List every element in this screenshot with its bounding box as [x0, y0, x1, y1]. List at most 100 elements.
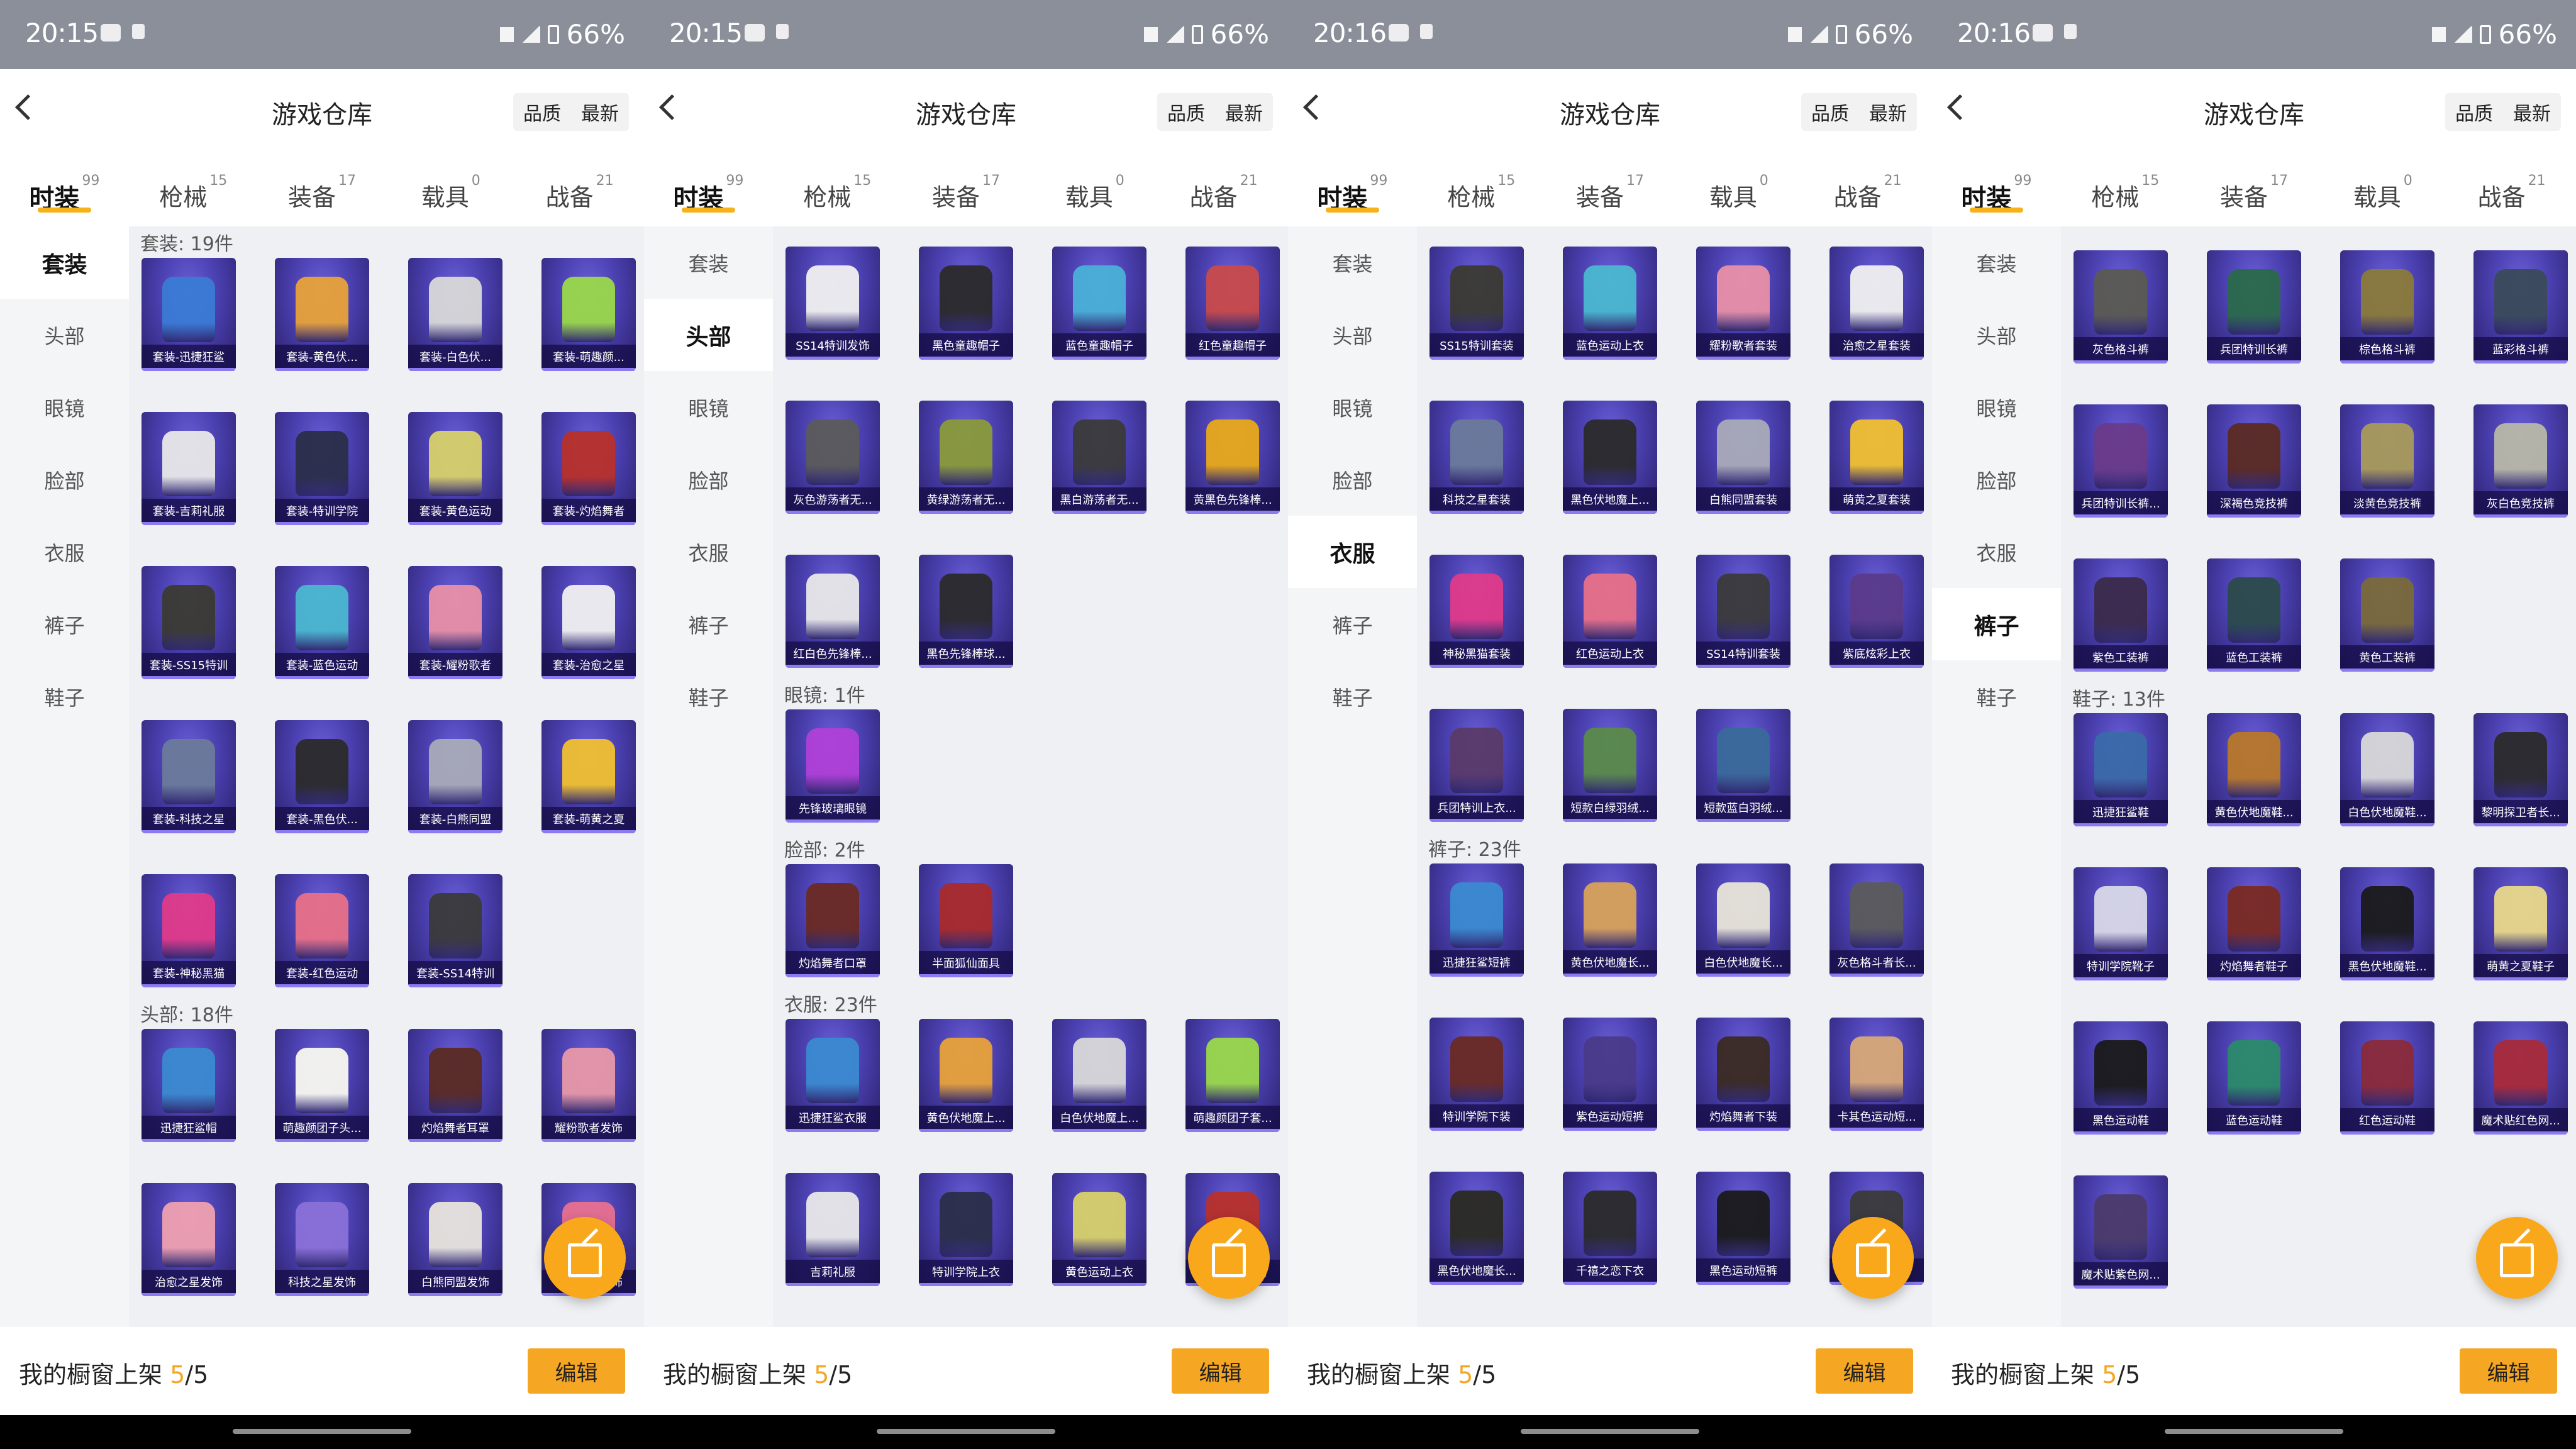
item-card[interactable]: 套装-蓝色运动 — [275, 566, 369, 679]
item-card[interactable]: 套装-白色伏... — [408, 258, 502, 371]
item-card[interactable]: 迅捷狂鲨帽 — [142, 1029, 236, 1142]
home-indicator[interactable] — [1521, 1429, 1699, 1434]
item-card[interactable]: 灼焰舞者耳罩 — [408, 1029, 502, 1142]
share-icon[interactable] — [1188, 1217, 1270, 1299]
item-card[interactable]: 黑色伏地魔长... — [1430, 1172, 1524, 1285]
item-card[interactable]: 黄绿游荡者无... — [919, 401, 1013, 514]
item-card[interactable]: 黑色先锋棒球... — [919, 555, 1013, 668]
item-card[interactable]: 黑色伏地魔鞋... — [2340, 867, 2434, 980]
item-card[interactable]: 萌黄之夏鞋子 — [2473, 867, 2568, 980]
item-card[interactable]: 套装-黄色运动 — [408, 412, 502, 525]
item-card[interactable]: 兵团特训长裤... — [2074, 404, 2168, 518]
sidebar-item-2[interactable]: 眼镜 — [0, 371, 129, 443]
home-indicator[interactable] — [2165, 1429, 2343, 1434]
item-card[interactable]: 套装-灼焰舞者 — [541, 412, 636, 525]
item-card[interactable]: 深褐色竞技裤 — [2207, 404, 2301, 518]
item-card[interactable]: 紫色运动短裤 — [1563, 1018, 1657, 1131]
tab-1[interactable]: 枪械 15 — [773, 154, 902, 226]
sidebar-item-1[interactable]: 头部 — [644, 299, 773, 371]
sidebar-item-6[interactable]: 鞋子 — [0, 660, 129, 733]
sidebar-item-5[interactable]: 裤子 — [0, 588, 129, 660]
item-card[interactable]: 萌黄之夏套装 — [1829, 401, 1924, 514]
item-card[interactable]: 套装-SS15特训 — [142, 566, 236, 679]
item-card[interactable]: 黑色运动短裤 — [1696, 1172, 1790, 1285]
item-card[interactable]: 迅捷狂鲨鞋 — [2074, 713, 2168, 826]
item-card[interactable]: 治愈之星套装 — [1829, 247, 1924, 360]
item-card[interactable]: 灼焰舞者鞋子 — [2207, 867, 2301, 980]
item-card[interactable]: 蓝色童趣帽子 — [1052, 247, 1146, 360]
item-card[interactable]: 耀粉歌者套装 — [1696, 247, 1790, 360]
tab-3[interactable]: 载具 0 — [2318, 154, 2447, 226]
item-card[interactable]: 黄色伏地魔上... — [919, 1019, 1013, 1132]
tab-0[interactable]: 时装 99 — [0, 154, 129, 226]
tab-3[interactable]: 载具 0 — [386, 154, 515, 226]
share-icon[interactable] — [544, 1217, 626, 1299]
item-card[interactable]: 灰色游荡者无... — [786, 401, 880, 514]
sidebar-item-3[interactable]: 脸部 — [1932, 443, 2061, 516]
item-card[interactable]: 灼焰舞者口罩 — [786, 864, 880, 977]
sidebar-item-2[interactable]: 眼镜 — [644, 371, 773, 443]
item-card[interactable]: 千禧之恋下衣 — [1563, 1172, 1657, 1285]
item-card[interactable]: 卡其色运动短... — [1829, 1018, 1924, 1131]
item-card[interactable]: 黑色伏地魔上... — [1563, 401, 1657, 514]
sidebar-item-5[interactable]: 裤子 — [644, 588, 773, 660]
sort-quality-button[interactable]: 品质 — [513, 93, 571, 131]
item-card[interactable]: 灰色格斗者长... — [1829, 863, 1924, 977]
tab-2[interactable]: 装备 17 — [2190, 154, 2319, 226]
sidebar-item-5[interactable]: 裤子 — [1932, 588, 2061, 660]
item-card[interactable]: 蓝色运动鞋 — [2207, 1021, 2301, 1135]
tab-2[interactable]: 装备 17 — [1546, 154, 1675, 226]
item-card[interactable]: 迅捷狂鲨短裤 — [1430, 863, 1524, 977]
sort-quality-button[interactable]: 品质 — [2445, 93, 2503, 131]
tab-0[interactable]: 时装 99 — [644, 154, 773, 226]
tab-1[interactable]: 枪械 15 — [1417, 154, 1546, 226]
sidebar-item-6[interactable]: 鞋子 — [644, 660, 773, 733]
tab-2[interactable]: 装备 17 — [258, 154, 387, 226]
sidebar-item-0[interactable]: 套装 — [1288, 226, 1417, 299]
item-card[interactable]: 灰白色竞技裤 — [2473, 404, 2568, 518]
item-card[interactable]: 黄色伏地魔长... — [1563, 863, 1657, 977]
tab-0[interactable]: 时装 99 — [1288, 154, 1417, 226]
sidebar-item-3[interactable]: 脸部 — [0, 443, 129, 516]
item-card[interactable]: 白色伏地魔上... — [1052, 1019, 1146, 1132]
item-card[interactable]: 套装-神秘黑猫 — [142, 874, 236, 987]
item-card[interactable]: 棕色格斗裤 — [2340, 250, 2434, 364]
tab-4[interactable]: 战备 21 — [515, 154, 644, 226]
sidebar-item-4[interactable]: 衣服 — [1288, 516, 1417, 588]
item-card[interactable]: 白色伏地魔鞋... — [2340, 713, 2434, 826]
item-card[interactable]: 白熊同盟发饰 — [408, 1183, 502, 1296]
item-card[interactable]: 红色运动上衣 — [1563, 555, 1657, 668]
item-card[interactable]: 兵团特训上衣... — [1430, 709, 1524, 822]
item-card[interactable]: 蓝色工装裤 — [2207, 558, 2301, 672]
item-card[interactable]: 红色童趣帽子 — [1185, 247, 1280, 360]
item-card[interactable]: 套装-萌趣颜... — [541, 258, 636, 371]
item-card[interactable]: 灼焰舞者下装 — [1696, 1018, 1790, 1131]
item-card[interactable]: 黄色伏地魔鞋... — [2207, 713, 2301, 826]
item-card[interactable]: 魔术贴红色网... — [2473, 1021, 2568, 1135]
sort-latest-button[interactable]: 最新 — [1859, 93, 1917, 131]
sort-latest-button[interactable]: 最新 — [571, 93, 629, 131]
sidebar-item-3[interactable]: 脸部 — [1288, 443, 1417, 516]
sidebar-item-1[interactable]: 头部 — [1932, 299, 2061, 371]
edit-button[interactable]: 编辑 — [2460, 1348, 2557, 1394]
edit-button[interactable]: 编辑 — [528, 1348, 625, 1394]
sidebar-item-6[interactable]: 鞋子 — [1288, 660, 1417, 733]
item-card[interactable]: 紫底炫彩上衣 — [1829, 555, 1924, 668]
item-card[interactable]: 治愈之星发饰 — [142, 1183, 236, 1296]
item-card[interactable]: 迅捷狂鲨衣服 — [786, 1019, 880, 1132]
item-card[interactable]: 魔术贴紫色网... — [2074, 1175, 2168, 1289]
sort-quality-button[interactable]: 品质 — [1157, 93, 1215, 131]
sidebar-item-0[interactable]: 套装 — [0, 226, 129, 299]
item-card[interactable]: 套装-白熊同盟 — [408, 720, 502, 833]
item-card[interactable]: 耀粉歌者发饰 — [541, 1029, 636, 1142]
item-card[interactable]: 萌趣颜团子头... — [275, 1029, 369, 1142]
tab-4[interactable]: 战备 21 — [2447, 154, 2576, 226]
sidebar-item-0[interactable]: 套装 — [644, 226, 773, 299]
item-card[interactable]: 黑白游荡者无... — [1052, 401, 1146, 514]
item-card[interactable]: 套装-黄色伏... — [275, 258, 369, 371]
sidebar-item-4[interactable]: 衣服 — [1932, 516, 2061, 588]
item-card[interactable]: 科技之星发饰 — [275, 1183, 369, 1296]
item-card[interactable]: 灰色格斗裤 — [2074, 250, 2168, 364]
item-card[interactable]: 红色运动鞋 — [2340, 1021, 2434, 1135]
item-card[interactable]: 蓝色运动上衣 — [1563, 247, 1657, 360]
